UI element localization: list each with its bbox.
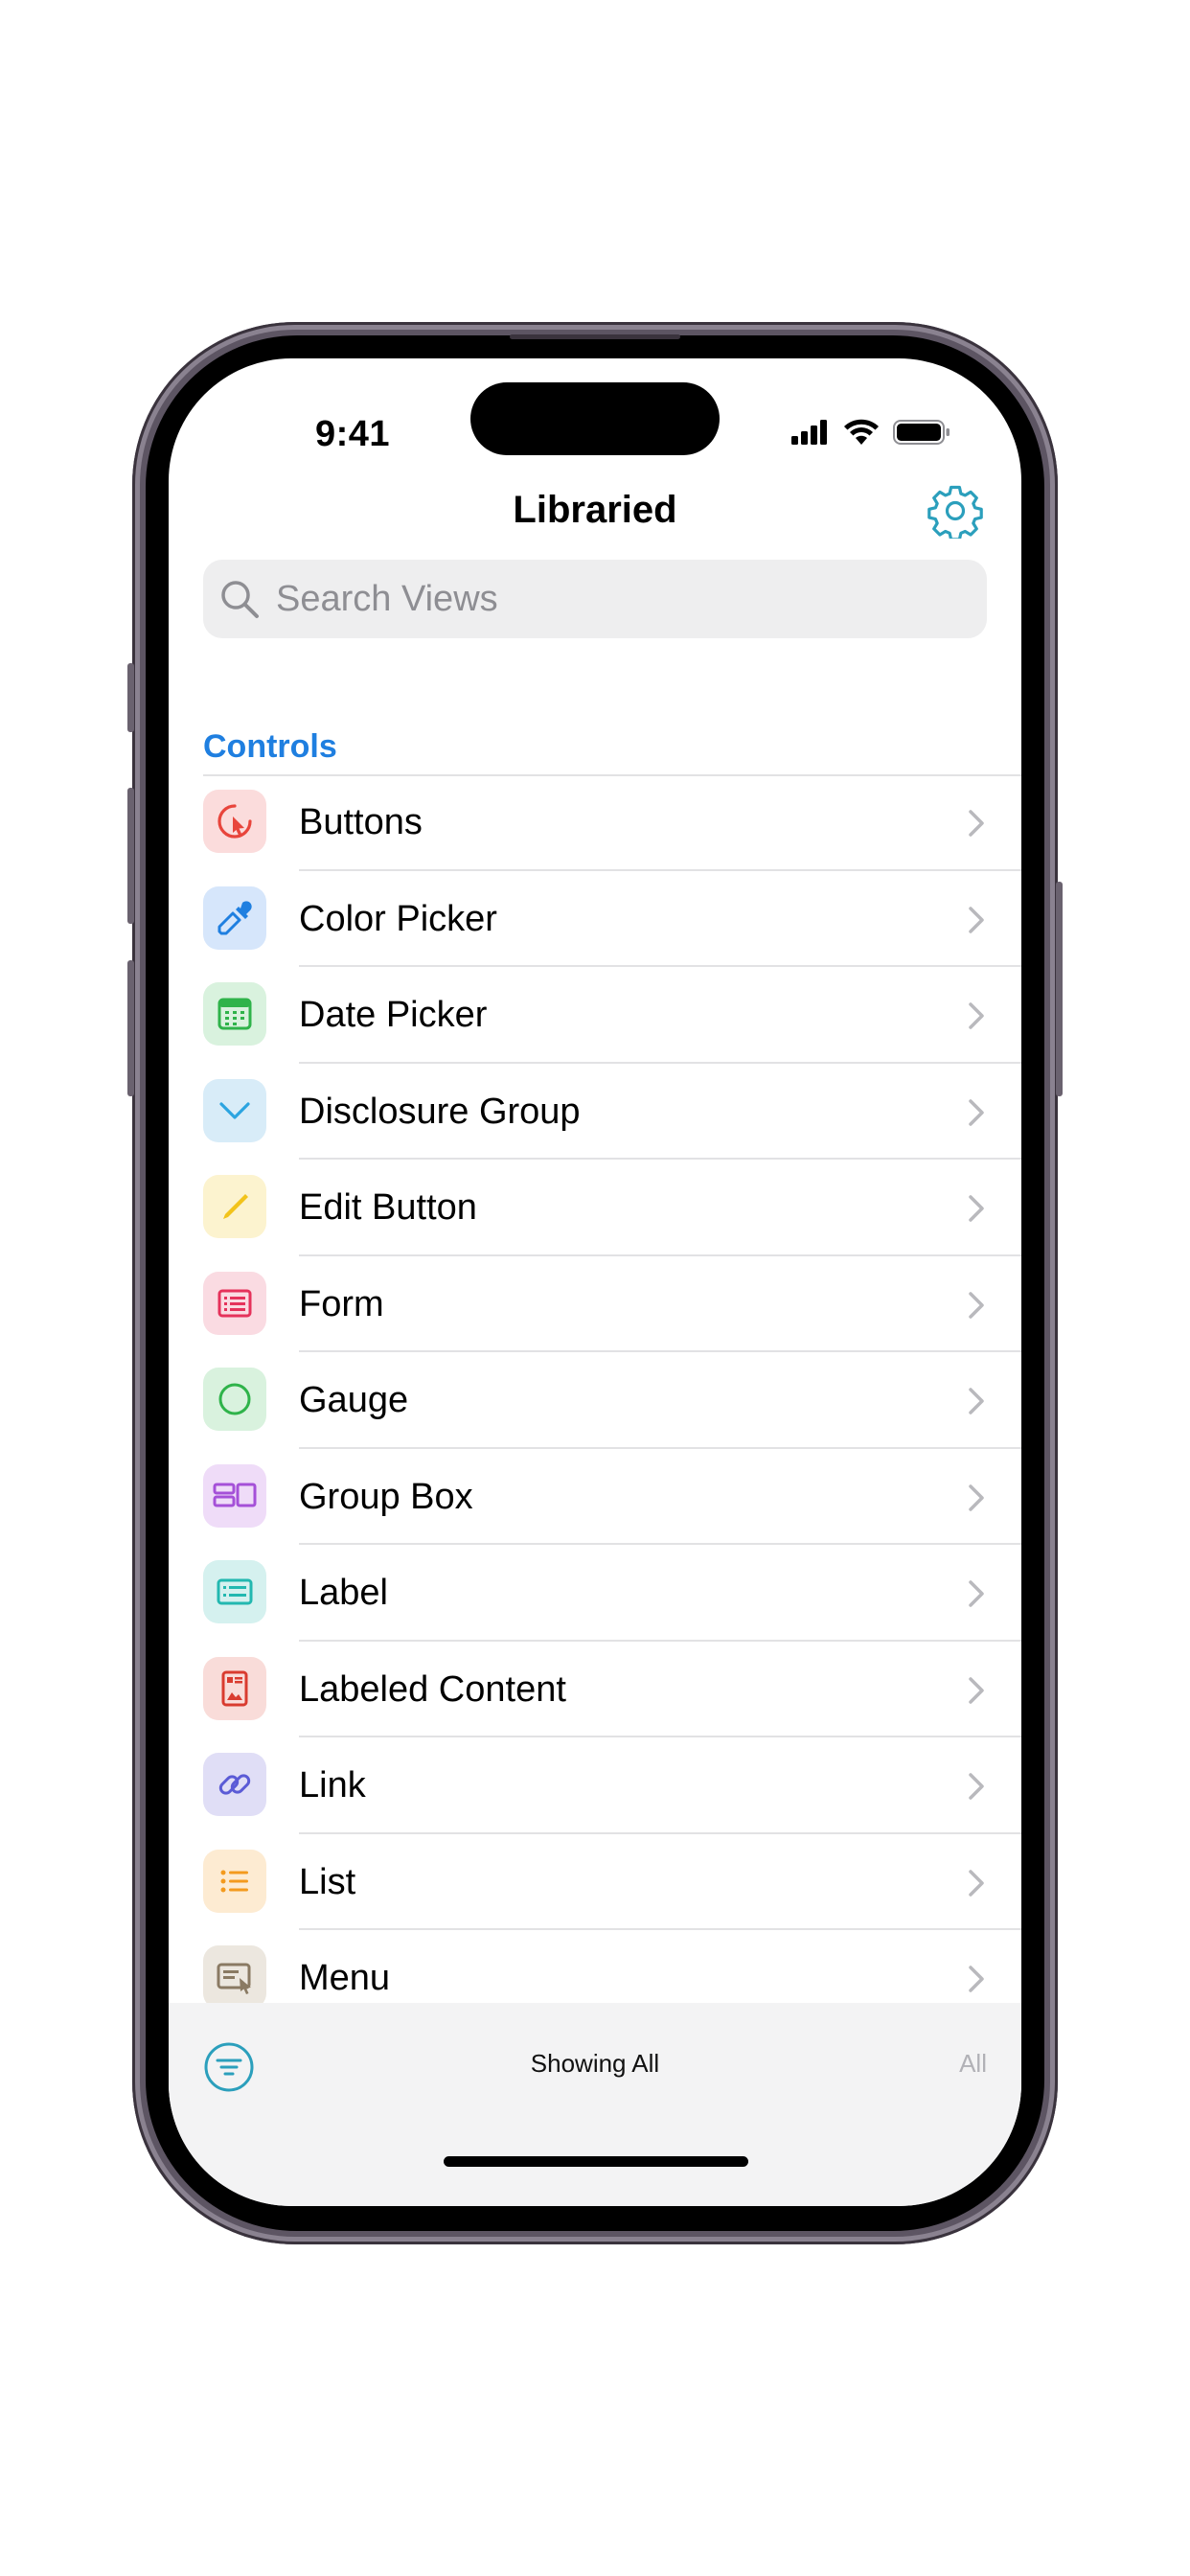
list-item-edit-button[interactable]: Edit Button <box>169 1160 1021 1256</box>
list-item-buttons[interactable]: Buttons <box>169 774 1021 871</box>
list-item-group-box[interactable]: Group Box <box>169 1449 1021 1545</box>
home-indicator <box>444 2156 748 2167</box>
list-item-label: Edit Button <box>299 1187 477 1228</box>
chevron-right-icon <box>969 810 984 837</box>
chevron-right-icon <box>969 1676 984 1704</box>
labeled-content-icon <box>221 1670 248 1706</box>
filter-all-button[interactable]: All <box>959 2049 987 2079</box>
list-item-label: Form <box>299 1283 384 1324</box>
search-icon <box>221 581 259 618</box>
phone-frame: 9:41 Libraried Search Views Controls But… <box>127 322 1063 2244</box>
settings-button[interactable] <box>927 483 983 541</box>
eyedropper-icon <box>217 900 252 934</box>
menu-icon <box>217 1963 251 1994</box>
group-box-icon <box>213 1483 257 1506</box>
icon-tile <box>203 1945 266 2009</box>
list-item-label: Label <box>299 1573 388 1613</box>
circle-icon <box>218 1383 251 1415</box>
search-bar[interactable] <box>203 560 987 638</box>
chevron-right-icon <box>969 1580 984 1607</box>
chevron-right-icon <box>969 1773 984 1800</box>
icon-tile <box>203 1753 266 1816</box>
icon-tile <box>203 1175 266 1238</box>
cursor-click-icon <box>217 804 252 839</box>
status-time: 9:41 <box>314 414 391 454</box>
bottom-toolbar: Showing All All <box>169 2003 1021 2206</box>
status-icons <box>791 418 950 447</box>
icon-tile <box>203 1368 266 1431</box>
list-item-label: List <box>299 1861 356 1902</box>
cellular-signal-icon <box>791 420 827 445</box>
search-input[interactable] <box>274 577 949 621</box>
chevron-right-icon <box>969 1195 984 1222</box>
list-item-label: Group Box <box>299 1476 473 1517</box>
icon-tile <box>203 1560 266 1623</box>
page-title: Libraried <box>513 489 677 531</box>
form-icon <box>217 1289 252 1317</box>
list-item-gauge[interactable]: Gauge <box>169 1352 1021 1449</box>
chevron-down-icon <box>219 1101 250 1119</box>
chevron-right-icon <box>969 1388 984 1414</box>
chevron-right-icon <box>969 1484 984 1511</box>
icon-tile <box>203 1463 266 1528</box>
icon-tile <box>203 1849 266 1913</box>
icon-tile <box>203 1271 266 1335</box>
list-item-color-picker[interactable]: Color Picker <box>169 871 1021 967</box>
chevron-right-icon <box>969 1869 984 1897</box>
controls-list: Buttons Color Picker Date Picker Disclos… <box>169 774 1021 2027</box>
icon-tile <box>203 790 266 853</box>
filter-status-text: Showing All <box>530 2049 660 2078</box>
speaker-slit <box>510 334 680 339</box>
wifi-icon <box>844 419 879 445</box>
list-item-label: Date Picker <box>299 995 488 1035</box>
icon-tile <box>203 1078 266 1142</box>
chevron-right-icon <box>969 1002 984 1029</box>
icon-tile <box>203 1656 266 1720</box>
list-item-disclosure-group[interactable]: Disclosure Group <box>169 1064 1021 1160</box>
list-item-link[interactable]: Link <box>169 1737 1021 1834</box>
gear-icon <box>927 485 983 541</box>
list-item-date-picker[interactable]: Date Picker <box>169 967 1021 1064</box>
list-item-label: Gauge <box>299 1380 409 1420</box>
list-bullet-icon <box>220 1870 248 1892</box>
chevron-right-icon <box>969 906 984 933</box>
chevron-right-icon <box>969 1966 984 1992</box>
icon-tile <box>203 886 266 950</box>
pencil-icon <box>223 1194 248 1219</box>
list-item-label: Buttons <box>299 802 423 842</box>
link-icon <box>218 1774 251 1795</box>
volume-up-button <box>127 788 134 924</box>
battery-icon <box>893 420 950 445</box>
screen: 9:41 Libraried Search Views Controls But… <box>169 358 1021 2206</box>
label-icon <box>217 1578 253 1605</box>
volume-down-button <box>127 960 134 1096</box>
dynamic-island <box>470 382 720 455</box>
list-item-label: Disclosure Group <box>299 1091 581 1132</box>
list-item-list[interactable]: List <box>169 1834 1021 1930</box>
chevron-right-icon <box>969 1098 984 1126</box>
list-item-label: Link <box>299 1765 366 1806</box>
action-button <box>127 663 134 732</box>
list-item-label: Labeled Content <box>299 1668 566 1710</box>
power-button <box>1056 882 1063 1096</box>
list-item-label-view[interactable]: Label <box>169 1545 1021 1642</box>
calendar-icon <box>217 998 252 1030</box>
list-item-form[interactable]: Form <box>169 1256 1021 1352</box>
list-item-labeled-content[interactable]: Labeled Content <box>169 1642 1021 1737</box>
section-header-controls: Controls <box>203 728 337 765</box>
chevron-right-icon <box>969 1291 984 1319</box>
icon-tile <box>203 982 266 1046</box>
list-item-label: Color Picker <box>299 898 497 939</box>
